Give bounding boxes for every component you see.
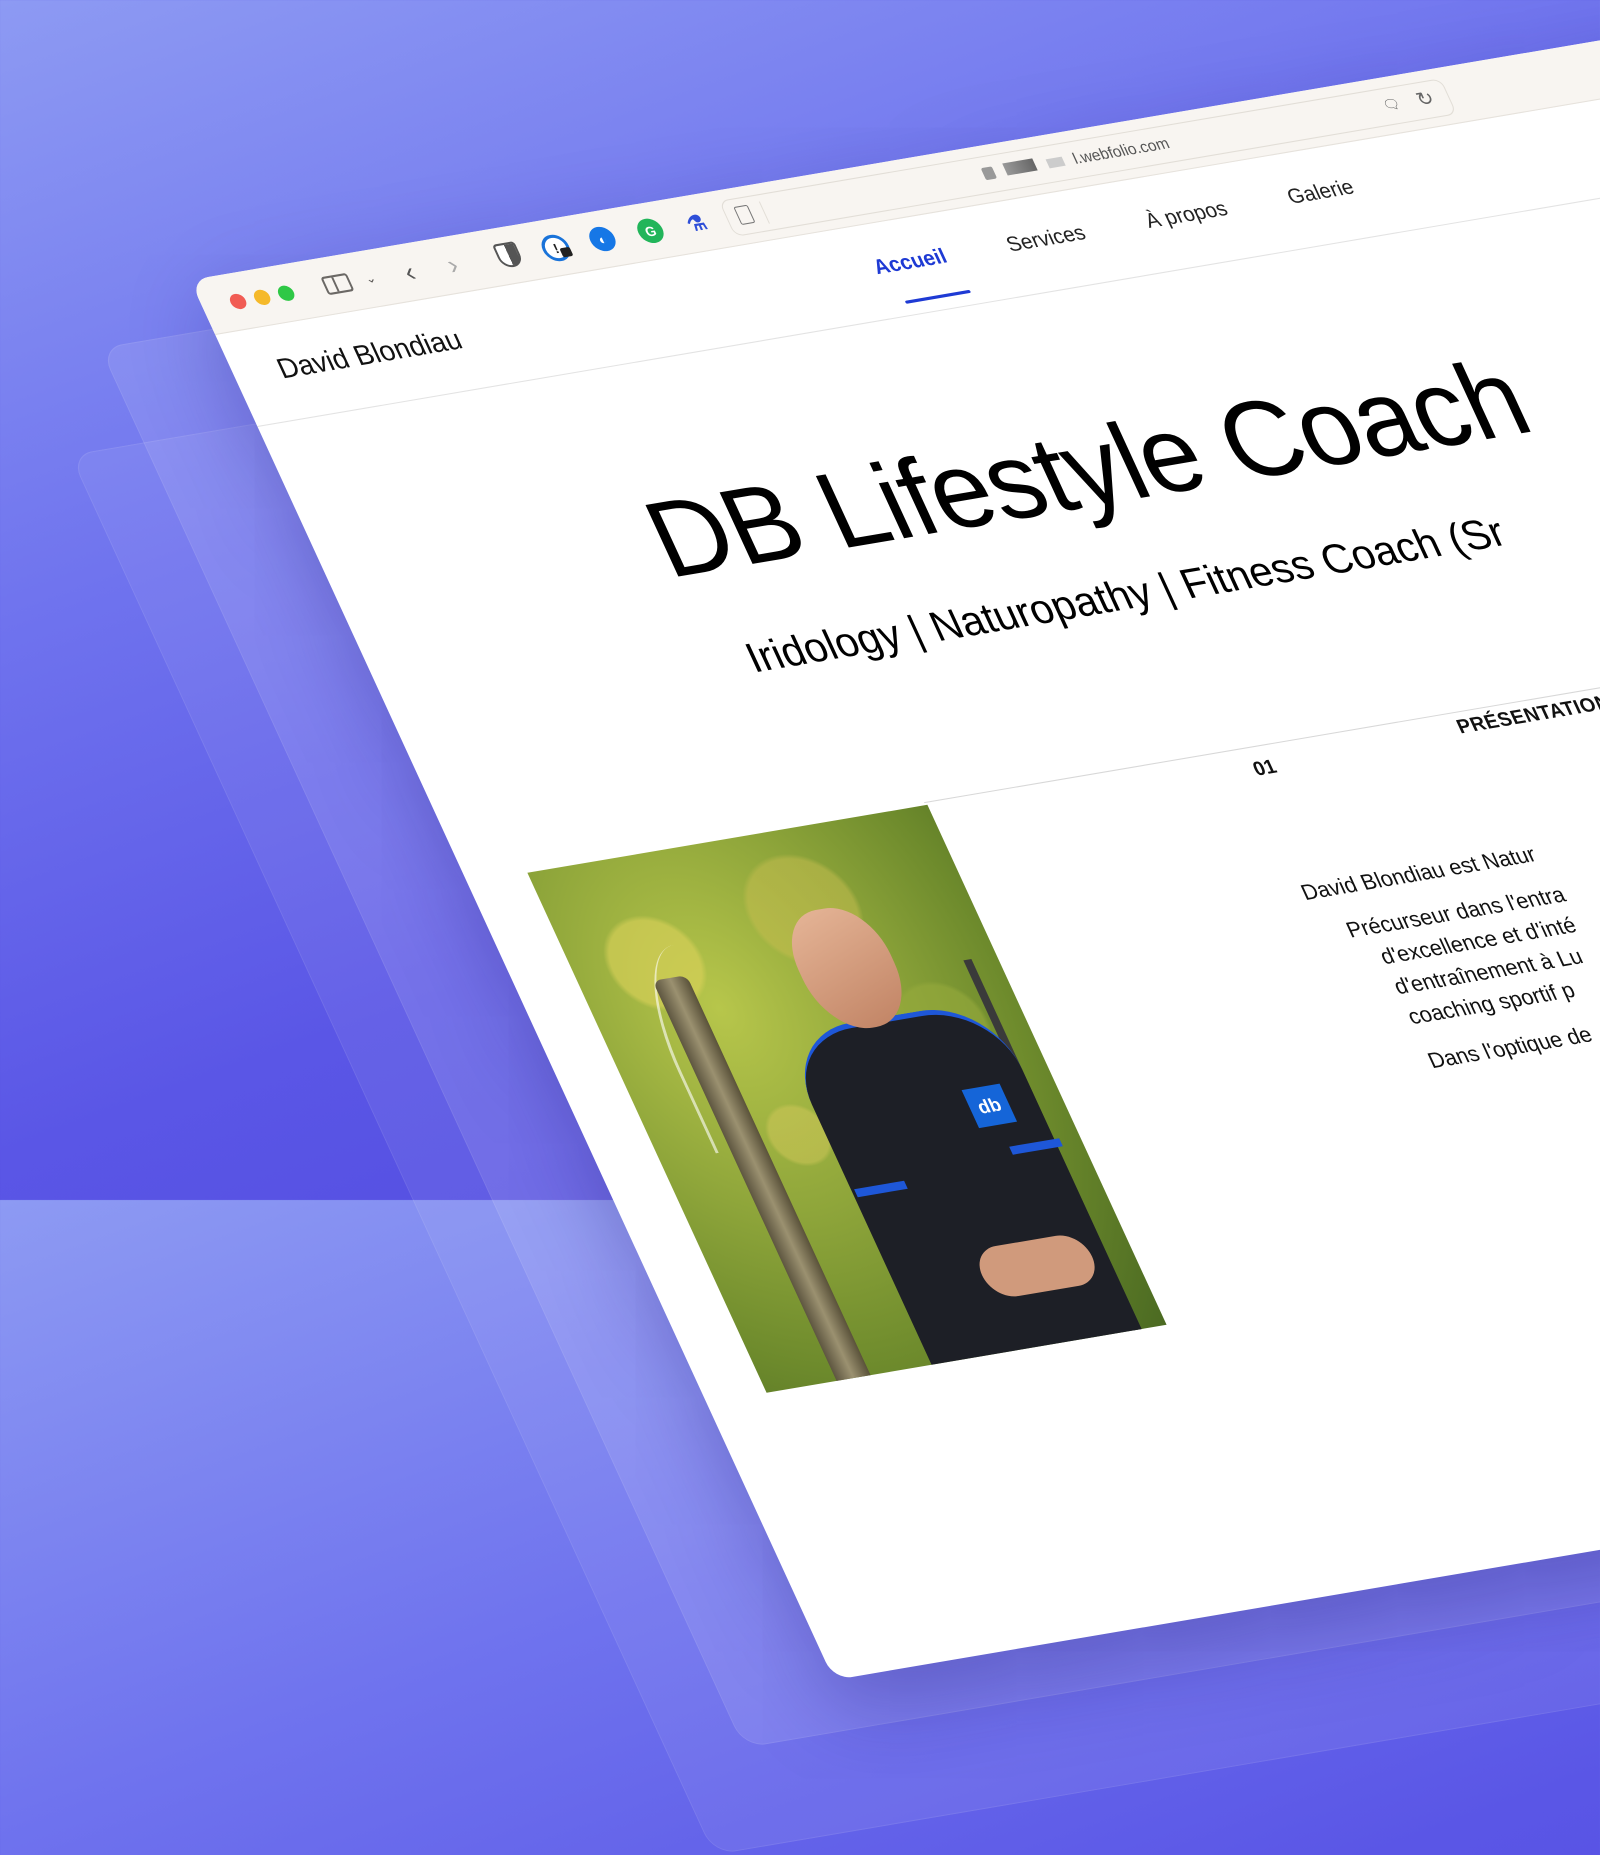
nav-item-accueil[interactable]: Accueil: [870, 245, 964, 306]
site-name[interactable]: David Blondiau: [272, 324, 468, 386]
grammarly-extension-icon[interactable]: G: [632, 216, 668, 245]
chevron-down-icon[interactable]: ⌄: [356, 263, 385, 294]
forward-button[interactable]: ›: [434, 248, 471, 280]
translate-icon[interactable]: 🗨: [1380, 95, 1404, 114]
nav-item-services[interactable]: Services: [1003, 222, 1102, 284]
nav-item-galerie[interactable]: Galerie: [1283, 176, 1370, 236]
nav-item-a-propos[interactable]: À propos: [1141, 197, 1244, 260]
zoom-button[interactable]: [275, 284, 298, 303]
minimize-button[interactable]: [251, 288, 274, 307]
sidebar-toggle-button[interactable]: [314, 267, 361, 301]
intro-paragraph: Précurseur dans l'entra d'excellence et …: [1315, 768, 1600, 1041]
sidebar-icon: [320, 272, 355, 296]
redacted-url-part: [1045, 156, 1066, 169]
close-button[interactable]: [227, 292, 250, 311]
reader-icon[interactable]: [733, 204, 756, 226]
redacted-url-part: [1002, 158, 1038, 176]
url-text[interactable]: l.webfolio.com: [1070, 135, 1173, 168]
address-bar-divider: [758, 201, 770, 224]
shield-extension-icon[interactable]: [491, 241, 525, 269]
blue-extension-icon[interactable]: ◐: [584, 224, 620, 254]
reload-icon[interactable]: ↻: [1412, 87, 1439, 113]
back-button[interactable]: ‹: [391, 256, 428, 288]
flask-extension-icon[interactable]: ⚗: [679, 209, 714, 237]
presentation-text: David Blondiau est Natur Précurseur dans…: [1296, 726, 1600, 1097]
section-number: 01: [1249, 756, 1281, 781]
lock-icon: [980, 166, 998, 181]
